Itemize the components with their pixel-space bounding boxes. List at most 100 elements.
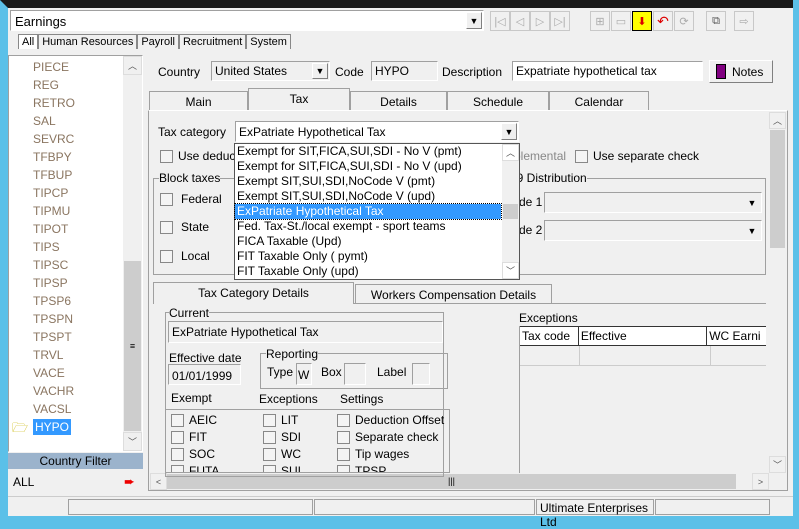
checkbox[interactable]	[171, 430, 184, 444]
chevron-down-icon[interactable]: ▼	[501, 123, 517, 140]
chevron-down-icon[interactable]: ▼	[744, 222, 760, 239]
filter-apply-icon[interactable]: ➨	[124, 474, 135, 490]
exceptions-checkbox[interactable]: LIT	[263, 413, 298, 427]
dropdown-option[interactable]: FIT Taxable Only ( pymt)	[235, 249, 501, 264]
scroll-down-icon[interactable]: ﹀	[502, 262, 519, 279]
code2-select[interactable]: ▼	[544, 220, 762, 241]
code-field[interactable]: HYPO	[371, 61, 438, 81]
list-item[interactable]: TIPSC	[33, 257, 68, 273]
next-record-icon[interactable]: ▷	[530, 11, 550, 31]
list-item[interactable]: VACHR	[33, 383, 74, 399]
checkbox[interactable]	[263, 413, 276, 427]
dropdown-option[interactable]: Fed. Tax-St./local exempt - sport teams	[235, 219, 501, 234]
use-separate-check-checkbox[interactable]: Use separate check	[575, 149, 699, 163]
export-icon[interactable]: ⇨	[734, 11, 754, 31]
scroll-down-icon[interactable]: ﹀	[769, 456, 786, 473]
exempt-checkbox[interactable]: FIT	[171, 430, 207, 444]
exempt-checkbox[interactable]: FUTA	[171, 464, 219, 472]
list-item[interactable]: REG	[33, 77, 59, 93]
federal-checkbox[interactable]: Federal	[160, 192, 222, 206]
checkbox[interactable]	[171, 413, 184, 427]
exceptions-checkbox[interactable]: SDI	[263, 430, 301, 444]
scroll-right-icon[interactable]: >	[752, 473, 769, 490]
scrollbar-thumb[interactable]: ≡	[124, 261, 141, 431]
dropdown-option[interactable]: FIT Taxable Only (upd)	[235, 264, 501, 279]
column-header-effective[interactable]: Effective	[579, 327, 708, 345]
column-header-tax-code[interactable]: Tax code	[520, 327, 579, 345]
state-checkbox[interactable]: State	[160, 220, 209, 234]
column-header-wc-earnings[interactable]: WC Earni	[707, 327, 766, 345]
notes-button[interactable]: Notes	[709, 60, 773, 83]
settings-checkbox[interactable]: Deduction Offset	[337, 413, 444, 427]
exceptions-checkbox[interactable]: SUI	[263, 464, 301, 472]
settings-checkbox[interactable]: Separate check	[337, 430, 438, 444]
checkbox[interactable]	[263, 430, 276, 444]
dropdown-option[interactable]: Exempt for SIT,FICA,SUI,SDI - No V (upd)	[235, 159, 501, 174]
checkbox[interactable]	[160, 192, 173, 206]
save-icon[interactable]: ⬇	[632, 11, 652, 31]
country-filter-value[interactable]: ALL	[13, 475, 34, 489]
refresh-icon[interactable]: ⟳	[674, 11, 694, 31]
tab-system[interactable]: System	[246, 34, 291, 49]
list-item[interactable]: TPSP6	[33, 293, 71, 309]
settings-checkbox[interactable]: Tip wages	[337, 447, 409, 461]
code1-select[interactable]: ▼	[544, 192, 762, 213]
list-item[interactable]: TIPSP	[33, 275, 68, 291]
tab-tax-category-details[interactable]: Tax Category Details	[153, 282, 354, 304]
table-row[interactable]	[520, 346, 766, 366]
list-item[interactable]: VACSL	[33, 401, 71, 417]
tab-main[interactable]: Main	[149, 91, 248, 110]
list-scrollbar[interactable]: ︿ ≡ ﹀	[123, 56, 142, 451]
chevron-down-icon[interactable]: ▼	[744, 194, 760, 211]
local-checkbox[interactable]: Local	[160, 249, 210, 263]
tax-category-select[interactable]: ExPatriate Hypothetical Tax ▼	[235, 121, 519, 142]
checkbox[interactable]	[575, 149, 588, 163]
dropdown-option[interactable]: Exempt SIT,SUI,SDI,NoCode V (upd)	[235, 189, 501, 204]
list-item[interactable]: HYPO	[33, 419, 72, 435]
exceptions-checkbox[interactable]: WC	[263, 447, 301, 461]
exempt-checkbox[interactable]: SOC	[171, 447, 215, 461]
checkbox[interactable]	[160, 220, 173, 234]
copy-icon[interactable]: ⧉	[706, 11, 726, 31]
tab-payroll[interactable]: Payroll	[137, 34, 179, 49]
checkbox[interactable]	[337, 413, 350, 427]
chevron-down-icon[interactable]: ▼	[312, 63, 328, 79]
last-record-icon[interactable]: ▷|	[550, 11, 570, 31]
tab-all[interactable]: All	[18, 34, 39, 49]
first-record-icon[interactable]: |◁	[490, 11, 510, 31]
list-item[interactable]: VACE	[33, 365, 65, 381]
list-item[interactable]: TPSPN	[33, 311, 73, 327]
scroll-down-icon[interactable]: ﹀	[123, 432, 142, 451]
list-item[interactable]: TFBPY	[33, 149, 72, 165]
checkbox[interactable]	[337, 447, 350, 461]
country-select[interactable]: United States ▼	[211, 61, 330, 81]
list-item[interactable]: TIPOT	[33, 221, 68, 237]
dropdown-option[interactable]: Exempt SIT,SUI,SDI,NoCode V (pmt)	[235, 174, 501, 189]
checkbox[interactable]	[263, 464, 276, 472]
scroll-up-icon[interactable]: ︿	[769, 112, 786, 129]
checkbox[interactable]	[160, 149, 173, 163]
tab-details[interactable]: Details	[350, 91, 447, 110]
list-item[interactable]: TRVL	[33, 347, 63, 363]
checkbox[interactable]	[171, 447, 184, 461]
list-item[interactable]: SEVRC	[33, 131, 74, 147]
scrollbar-thumb[interactable]	[770, 130, 785, 248]
add-icon[interactable]: ⊞	[590, 11, 610, 31]
edit-icon[interactable]: ▭	[611, 11, 631, 31]
description-field[interactable]: Expatriate hypothetical tax	[512, 61, 703, 81]
list-item[interactable]: TPSPT	[33, 329, 72, 345]
tab-recruitment[interactable]: Recruitment	[178, 34, 247, 49]
list-item[interactable]: TIPCP	[33, 185, 68, 201]
scroll-up-icon[interactable]: ︿	[123, 56, 142, 75]
scroll-up-icon[interactable]: ︿	[502, 144, 519, 161]
checkbox[interactable]	[337, 464, 350, 472]
settings-checkbox[interactable]: TPSP	[337, 464, 386, 472]
exempt-checkbox[interactable]: AEIC	[171, 413, 217, 427]
tab-schedule[interactable]: Schedule	[447, 91, 549, 110]
undo-icon[interactable]: ↶	[653, 11, 673, 31]
tab-calendar[interactable]: Calendar	[549, 91, 649, 110]
tab-human-resources[interactable]: Human Resources	[38, 34, 138, 49]
tab-tax[interactable]: Tax	[248, 88, 350, 110]
dropdown-scrollbar[interactable]: ︿ ﹀	[502, 144, 519, 279]
list-item[interactable]: SAL	[33, 113, 56, 129]
